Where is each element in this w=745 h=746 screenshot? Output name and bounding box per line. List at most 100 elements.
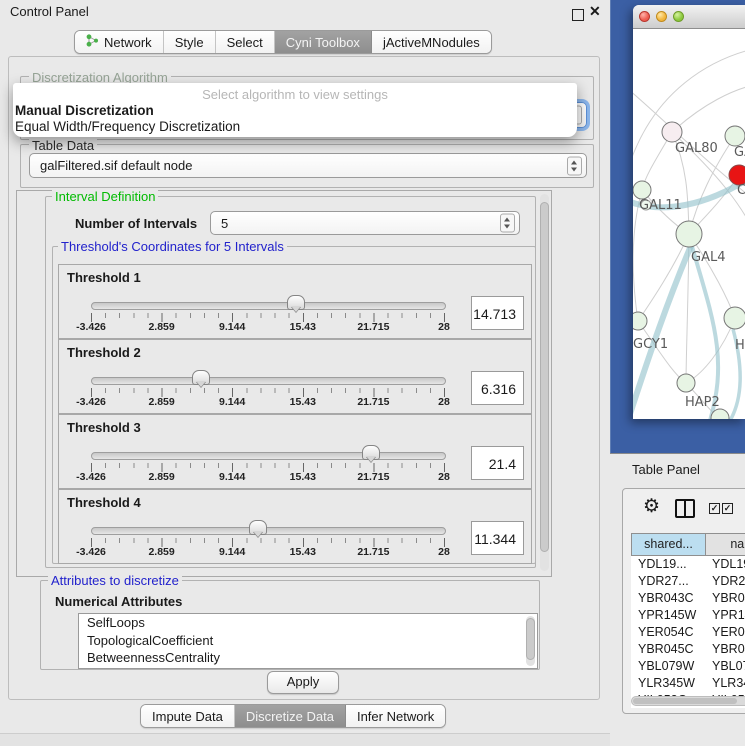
zoom-traffic-light-icon[interactable]	[673, 11, 684, 22]
threshold-value-field[interactable]: 6.316	[471, 371, 524, 405]
slider-thumb[interactable]	[362, 445, 380, 460]
node-label: GCY1	[633, 337, 668, 352]
tick-label: 2.859	[148, 321, 174, 333]
table-row[interactable]: YBR045CYBR045C	[631, 641, 745, 658]
attributes-list: SelfLoops TopologicalCoefficient Between…	[78, 613, 538, 669]
bottom-strip	[0, 733, 610, 746]
tab-cyni-toolbox[interactable]: Cyni Toolbox	[275, 31, 372, 53]
checkbox-icon[interactable]: ✓	[722, 503, 733, 514]
node-gcy1[interactable]	[633, 312, 647, 330]
horizontal-scrollbar[interactable]	[631, 696, 745, 706]
slider-thumb[interactable]	[287, 295, 305, 310]
threshold-row-1: Threshold 1 -3.426 2.859 9.144 15.43 21.…	[58, 264, 532, 339]
node-gal80[interactable]	[662, 122, 682, 142]
table-row[interactable]: YBR043CYBR043C	[631, 590, 745, 607]
table-data-combobox[interactable]: galFiltered.sif default node	[29, 153, 587, 178]
table-row[interactable]: YBL079WYBL079W	[631, 658, 745, 675]
list-item[interactable]: SelfLoops	[79, 614, 537, 632]
threshold-value-field[interactable]: 14.713	[471, 296, 524, 330]
threshold-label: Threshold 3	[67, 420, 141, 435]
slider-track[interactable]	[91, 452, 446, 460]
tab-select[interactable]: Select	[216, 31, 275, 53]
tick-label: 21.715	[357, 321, 389, 333]
threshold-row-3: Threshold 3 -3.426 2.859 9.144 15.43 21.…	[58, 414, 532, 489]
tick-label: 9.144	[219, 321, 245, 333]
top-tab-bar: Network Style Select Cyni Toolbox jActiv…	[74, 30, 492, 54]
slider-track[interactable]	[91, 527, 446, 535]
node-gal11[interactable]	[633, 181, 651, 199]
slider-track[interactable]	[91, 302, 446, 310]
threshold-label: Threshold 1	[67, 270, 141, 285]
combo-stepper-icon[interactable]	[567, 156, 582, 175]
node-label: HAP2	[685, 395, 720, 410]
panel-title: Control Panel	[10, 4, 89, 19]
apply-button[interactable]: Apply	[267, 671, 339, 694]
dropdown-prompt: Select algorithm to view settings	[13, 87, 577, 102]
node-label: GAL11	[639, 198, 682, 213]
node-h[interactable]	[724, 307, 745, 329]
thresholds-group-title: Threshold's Coordinates for 5 Intervals	[58, 239, 287, 254]
node-ga[interactable]	[725, 126, 745, 146]
node-label: GA	[734, 145, 745, 160]
close-traffic-light-icon[interactable]	[639, 11, 650, 22]
table-panel-container: ⚙ ✓ ✓ shared... na... YDL19...YDL19... Y…	[622, 488, 745, 714]
table-row[interactable]: YLR345WYLR345W	[631, 675, 745, 692]
list-scrollbar[interactable]	[526, 616, 535, 666]
dropdown-option-equal-width[interactable]: Equal Width/Frequency Discretization	[15, 119, 240, 134]
slider-thumb[interactable]	[192, 370, 210, 385]
tab-network[interactable]: Network	[75, 31, 164, 53]
tab-style[interactable]: Style	[164, 31, 216, 53]
network-nodes[interactable]	[633, 122, 745, 419]
columns-icon[interactable]	[675, 499, 695, 518]
network-canvas[interactable]: GAL80 GA C GAL11 GAL4 GCY1 H HAP2	[633, 29, 745, 419]
tick-label: 28	[438, 321, 450, 333]
tab-discretize-data[interactable]: Discretize Data	[235, 705, 346, 727]
table-row[interactable]: YDL19...YDL19...	[631, 556, 745, 573]
numerical-attributes-label: Numerical Attributes	[55, 594, 182, 609]
dropdown-option-manual[interactable]: Manual Discretization	[15, 103, 154, 118]
network-window-titlebar[interactable]	[633, 5, 745, 29]
node-labels: GAL80 GA C GAL11 GAL4 GCY1 H HAP2	[633, 141, 745, 410]
num-intervals-combobox[interactable]: 5	[210, 211, 520, 235]
slider-track[interactable]	[91, 377, 446, 385]
table-data-group: Table Data galFiltered.sif default node	[20, 144, 594, 188]
node-hap2[interactable]	[677, 374, 695, 392]
threshold-row-4: Threshold 4 -3.426 2.859 9.144 15.43 21.…	[58, 489, 532, 564]
node-red-selected[interactable]	[729, 165, 745, 185]
tab-infer-network[interactable]: Infer Network	[346, 705, 445, 727]
column-header-shared-name[interactable]: shared...	[631, 533, 706, 556]
checkbox-icon[interactable]: ✓	[709, 503, 720, 514]
float-window-icon[interactable]	[572, 9, 584, 21]
vertical-scrollbar-thumb[interactable]	[540, 202, 549, 552]
table-row[interactable]: YDR27...YDR27...	[631, 573, 745, 590]
tick-label: -3.426	[76, 321, 106, 333]
threshold-value-field[interactable]: 21.4	[471, 446, 524, 480]
list-item[interactable]: TopologicalCoefficient	[79, 632, 537, 650]
node-label: GAL80	[675, 141, 718, 156]
gear-icon[interactable]: ⚙	[643, 495, 660, 518]
network-window: GAL80 GA C GAL11 GAL4 GCY1 H HAP2	[633, 5, 745, 419]
tab-jactivemnodules[interactable]: jActiveMNodules	[372, 31, 491, 53]
column-header-name[interactable]: na...	[705, 533, 745, 556]
list-item[interactable]: BetweennessCentrality	[79, 649, 537, 667]
algorithm-dropdown: Select algorithm to view settings Manual…	[13, 83, 577, 137]
table-row[interactable]: YER054CYER054C	[631, 624, 745, 641]
minimize-traffic-light-icon[interactable]	[656, 11, 667, 22]
table-panel: Table Panel ⚙ ✓ ✓ shared... na... YDL19.…	[610, 453, 745, 745]
close-icon[interactable]: ✕	[589, 3, 601, 20]
tab-impute-data[interactable]: Impute Data	[141, 705, 235, 727]
threshold-value-field[interactable]: 11.344	[471, 521, 524, 555]
list-scrollbar-thumb[interactable]	[526, 618, 535, 660]
vertical-scrollbar[interactable]	[540, 194, 549, 571]
node-gal4[interactable]	[676, 221, 702, 247]
slider-thumb[interactable]	[249, 520, 267, 535]
table-data-value: galFiltered.sif default node	[40, 158, 192, 173]
table-row[interactable]: YPR145WYPR145W	[631, 607, 745, 624]
node-label: GAL4	[691, 250, 725, 265]
horizontal-scrollbar-thumb[interactable]	[633, 698, 737, 704]
table-data-group-title: Table Data	[29, 138, 97, 153]
threshold-row-2: Threshold 2 -3.426 2.859 9.144 15.43 21.…	[58, 339, 532, 414]
combo-stepper-icon[interactable]	[500, 214, 515, 233]
screen: { "cp": { "title": "Control Panel", "clo…	[0, 0, 745, 745]
table-panel-title: Table Panel	[632, 462, 700, 477]
